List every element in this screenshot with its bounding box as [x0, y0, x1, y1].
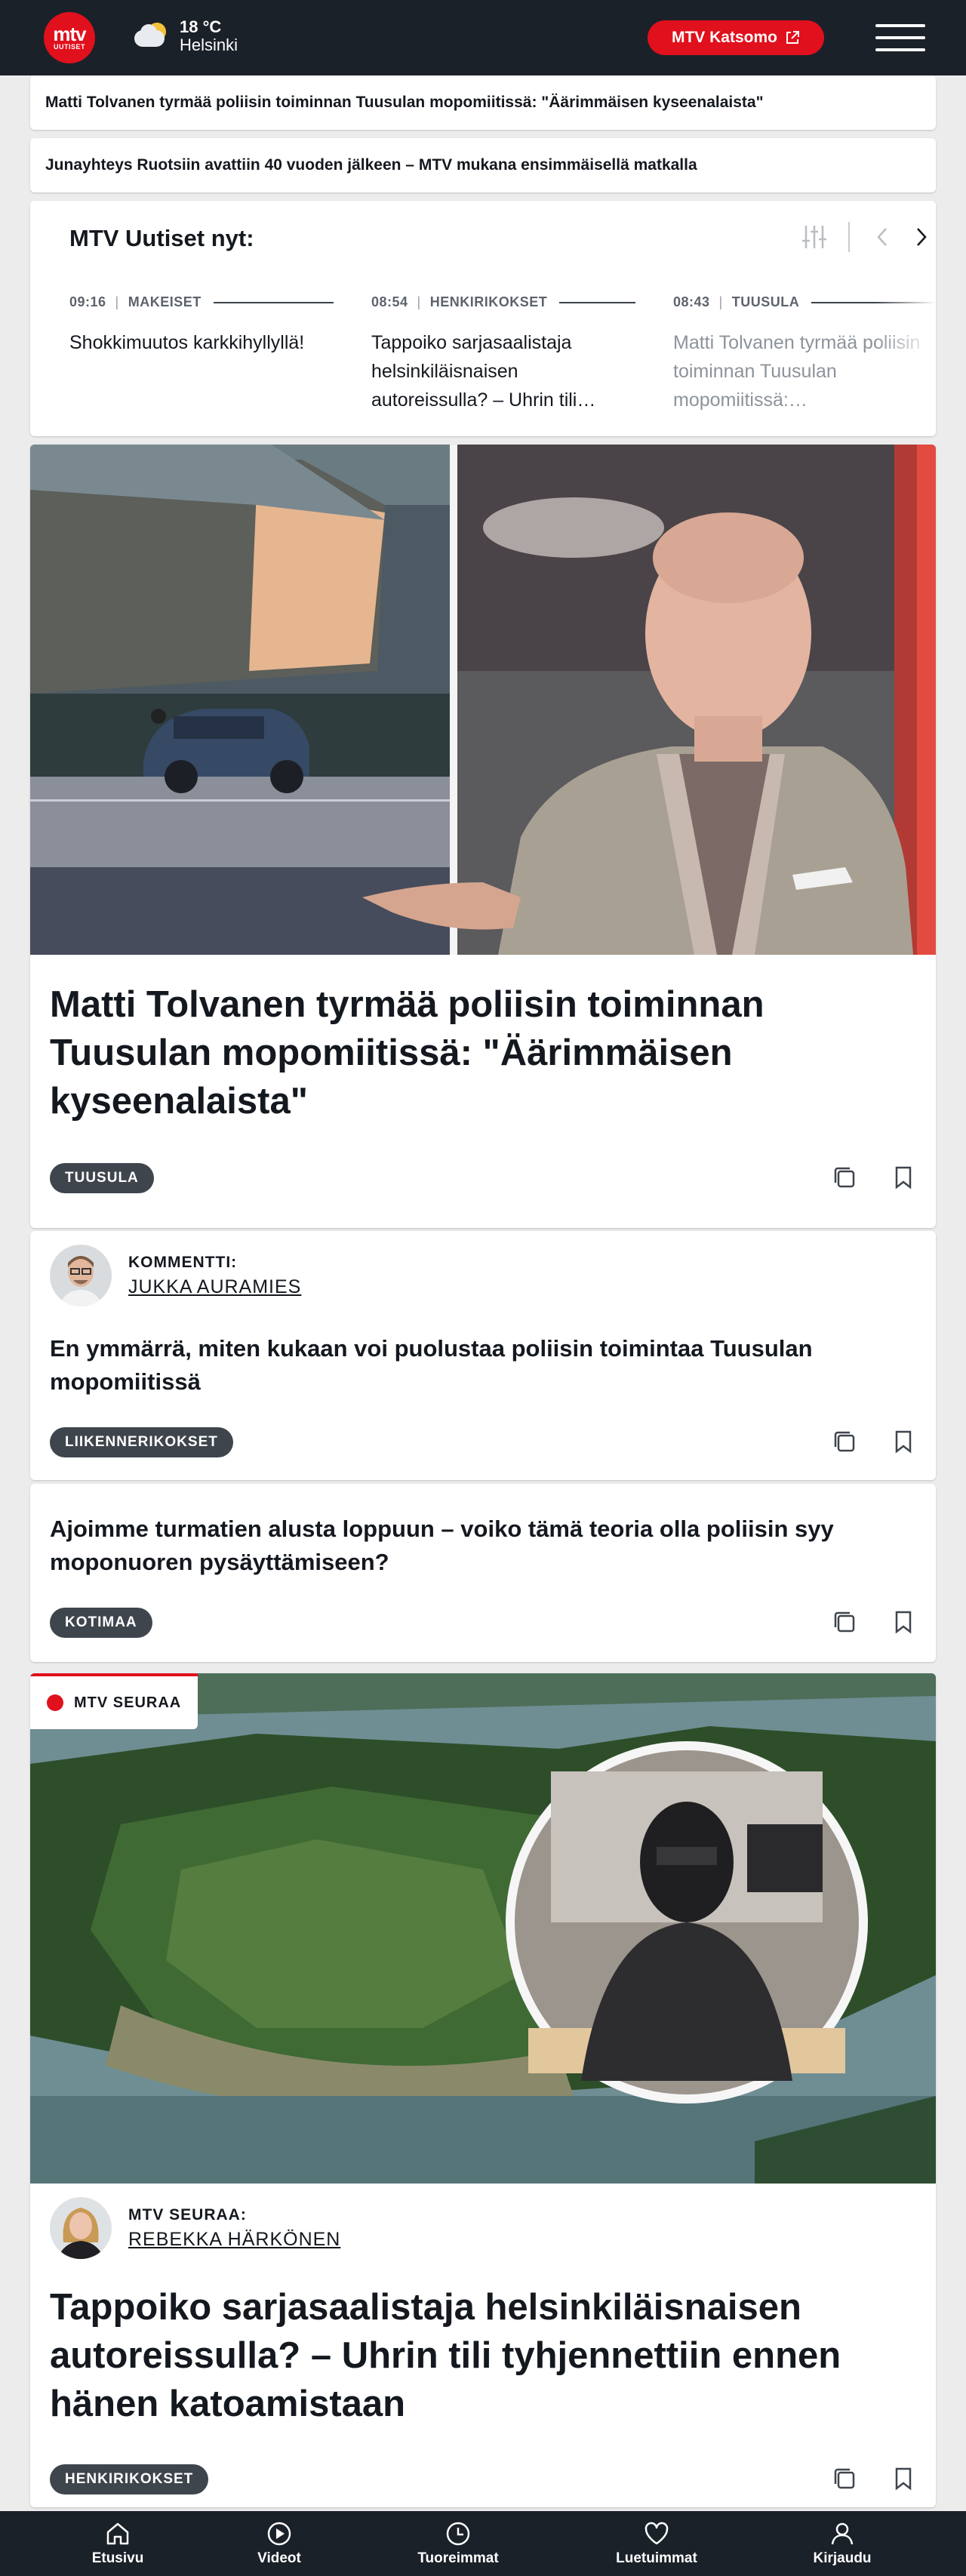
- user-icon: [831, 2522, 854, 2545]
- play-icon: [267, 2522, 291, 2546]
- copy-link-icon[interactable]: [832, 1165, 857, 1190]
- nav-item-luetuimmat[interactable]: Luetuimmat: [581, 2511, 732, 2576]
- latest-news-item[interactable]: 09:16 | MAKEISET Shokkimuutos karkkihyll…: [69, 294, 334, 357]
- nav-item-videot[interactable]: Videot: [204, 2511, 355, 2576]
- menu-icon[interactable]: [875, 23, 925, 53]
- top-bar: mtv UUTISET 18 °C Helsinki MTV Katsomo: [0, 0, 966, 75]
- category-tag[interactable]: TUUSULA: [50, 1163, 154, 1193]
- item-category: HENKIRIKOKSET: [429, 294, 548, 309]
- item-category: TUUSULA: [731, 294, 800, 309]
- nav-label: Etusivu: [91, 2550, 144, 2566]
- divider: [848, 222, 850, 252]
- comment-headline[interactable]: En ymmärrä, miten kukaan voi puolustaa p…: [50, 1332, 918, 1399]
- nav-label: Luetuimmat: [616, 2550, 697, 2566]
- carousel-prev-button[interactable]: [871, 223, 894, 251]
- nav-item-etusivu[interactable]: Etusivu: [42, 2511, 193, 2576]
- category-tag[interactable]: LIIKENNERIKOKSET: [50, 1427, 233, 1457]
- follow-kicker: MTV SEURAA:: [128, 2205, 247, 2224]
- filter-icon[interactable]: [800, 223, 829, 251]
- author-byline: KOMMENTTI: JUKKA AURAMIES: [50, 1245, 301, 1306]
- nav-label: Videot: [257, 2550, 301, 2566]
- live-follow-label: MTV SEURAA: [74, 1694, 182, 1711]
- article-headline[interactable]: Ajoimme turmatien alusta loppuun – voiko…: [50, 1513, 918, 1579]
- copy-link-icon[interactable]: [832, 1429, 857, 1454]
- weather-temperature: 18 °C: [180, 17, 222, 36]
- copy-link-icon[interactable]: [832, 1609, 857, 1635]
- latest-news-carousel: MTV Uutiset nyt: 09:16 | MAKEISET Shokki…: [30, 201, 936, 436]
- story-image: [30, 1673, 936, 2184]
- bookmark-icon[interactable]: [891, 2466, 916, 2491]
- chevron-right-icon: [917, 228, 927, 246]
- carousel-controls: [800, 222, 936, 252]
- author-name-link[interactable]: REBEKKA HÄRKÖNEN: [128, 2229, 340, 2251]
- mtv-katsomo-button[interactable]: MTV Katsomo: [648, 20, 824, 55]
- live-follow-badge: MTV SEURAA: [30, 1673, 198, 1729]
- item-text: Tappoiko sarjasaalistaja helsinkiläisnai…: [371, 332, 596, 411]
- hero-article-card[interactable]: Matti Tolvanen tyrmää poliisin toiminnan…: [30, 445, 936, 1228]
- hero-headline[interactable]: Matti Tolvanen tyrmää poliisin toiminnan…: [50, 980, 910, 1125]
- weather-widget[interactable]: 18 °C Helsinki: [134, 18, 238, 54]
- story-headline[interactable]: Tappoiko sarjasaalistaja helsinkiläisnai…: [50, 2283, 910, 2428]
- mtv-uutiset-logo[interactable]: mtv UUTISET: [44, 12, 95, 63]
- heart-icon: [645, 2522, 669, 2545]
- logo-subtext: UUTISET: [53, 43, 85, 51]
- bottom-navigation: Etusivu Videot Tuoreimmat Luetuimmat Kir…: [0, 2511, 966, 2576]
- ticker-text: Matti Tolvanen tyrmää poliisin toiminnan…: [45, 94, 764, 111]
- ticker-text: Junayhteys Ruotsiin avattiin 40 vuoden j…: [45, 156, 697, 174]
- category-tag[interactable]: HENKIRIKOKSET: [50, 2464, 209, 2494]
- chevron-left-icon: [877, 228, 887, 246]
- latest-news-item[interactable]: 08:54 | HENKIRIKOKSET Tappoiko sarjasaal…: [371, 294, 635, 414]
- item-text: Shokkimuutos karkkihyllyllä!: [69, 332, 305, 353]
- bookmark-icon[interactable]: [891, 1609, 916, 1635]
- author-byline: MTV SEURAA: REBEKKA HÄRKÖNEN: [50, 2197, 340, 2259]
- item-time: 09:16: [69, 294, 106, 309]
- bookmark-icon[interactable]: [891, 1165, 916, 1190]
- author-avatar: [50, 1245, 112, 1306]
- nav-item-tuoreimmat[interactable]: Tuoreimmat: [383, 2511, 534, 2576]
- nav-label: Kirjaudu: [813, 2550, 872, 2566]
- katsomo-label: MTV Katsomo: [671, 29, 777, 46]
- hero-image: [30, 445, 936, 955]
- comment-kicker: KOMMENTTI:: [128, 1253, 238, 1271]
- article-card[interactable]: Ajoimme turmatien alusta loppuun – voiko…: [30, 1484, 936, 1662]
- bookmark-icon[interactable]: [891, 1429, 916, 1454]
- nav-label: Tuoreimmat: [417, 2550, 499, 2566]
- author-avatar: [50, 2197, 112, 2259]
- comment-article-card[interactable]: KOMMENTTI: JUKKA AURAMIES En ymmärrä, mi…: [30, 1231, 936, 1480]
- partly-cloudy-icon: [134, 21, 171, 51]
- item-time: 08:54: [371, 294, 408, 309]
- carousel-next-button[interactable]: [910, 223, 933, 251]
- home-icon: [106, 2522, 129, 2545]
- latest-news-title: MTV Uutiset nyt:: [69, 225, 254, 251]
- live-dot-icon: [47, 1694, 63, 1711]
- clock-icon: [446, 2522, 470, 2546]
- ticker-item[interactable]: Junayhteys Ruotsiin avattiin 40 vuoden j…: [30, 138, 936, 192]
- item-time: 08:43: [673, 294, 710, 309]
- logo-text: mtv: [53, 23, 86, 45]
- item-category: MAKEISET: [128, 294, 202, 309]
- external-link-icon: [786, 31, 799, 44]
- weather-city: Helsinki: [180, 35, 238, 54]
- followed-story-card[interactable]: MTV SEURAA MTV SEURAA: REBEKKA HÄRKÖNEN …: [30, 1673, 936, 2507]
- nav-item-kirjaudu[interactable]: Kirjaudu: [767, 2511, 918, 2576]
- category-tag[interactable]: KOTIMAA: [50, 1608, 152, 1638]
- ticker-item[interactable]: Matti Tolvanen tyrmää poliisin toiminnan…: [30, 75, 936, 130]
- author-name-link[interactable]: JUKKA AURAMIES: [128, 1276, 301, 1298]
- copy-link-icon[interactable]: [832, 2466, 857, 2491]
